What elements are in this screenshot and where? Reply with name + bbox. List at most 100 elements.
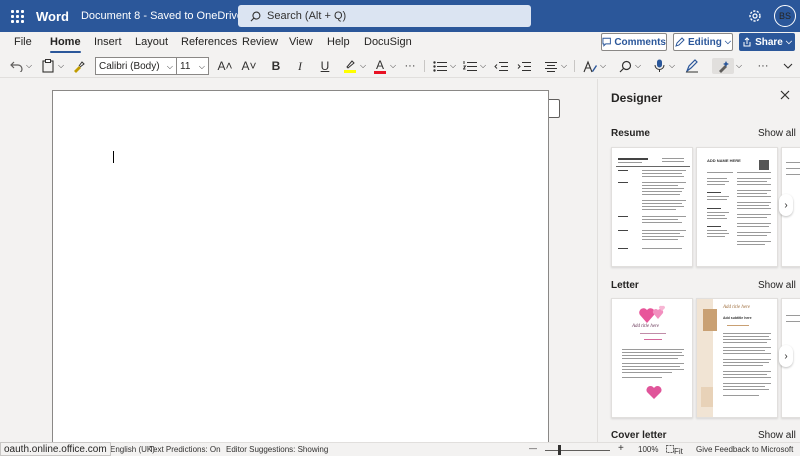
tab-insert[interactable]: Insert	[94, 36, 122, 48]
letter-thumb-subheading: Add subtitle here	[723, 316, 752, 320]
text-predictions-status[interactable]: Text Predictions: On	[149, 445, 221, 454]
paste-dropdown-icon[interactable]: ⌵	[57, 58, 65, 74]
paste-clipboard-icon[interactable]	[40, 58, 56, 74]
comment-icon	[602, 37, 611, 47]
bullets-icon[interactable]	[432, 58, 448, 74]
text-cursor	[113, 151, 114, 163]
editor-icon[interactable]	[684, 58, 700, 74]
increase-indent-icon[interactable]	[516, 58, 532, 74]
status-bar: English (UK) Text Predictions: On Editor…	[0, 442, 800, 456]
font-name-select[interactable]: Calibri (Body) ⌵	[95, 57, 177, 75]
more-options-button[interactable]: ···	[754, 58, 772, 74]
grow-font-button[interactable]: A˄	[217, 58, 233, 74]
fit-icon	[666, 445, 674, 453]
url-tooltip: oauth.online.office.com	[0, 442, 111, 456]
close-icon[interactable]	[778, 88, 792, 102]
user-avatar[interactable]: BS	[774, 5, 796, 27]
align-icon[interactable]	[543, 58, 559, 74]
pencil-icon	[675, 37, 685, 47]
document-title-label: Document 8 - Saved to OneDrive	[80, 10, 244, 22]
decrease-indent-icon[interactable]	[493, 58, 509, 74]
highlight-dropdown-icon[interactable]: ⌵	[359, 58, 367, 74]
show-all-letter-link[interactable]: Show all	[758, 280, 796, 291]
more-font-options-button[interactable]: ···	[401, 58, 419, 74]
tab-references[interactable]: References	[181, 36, 237, 48]
highlight-icon[interactable]	[342, 58, 358, 74]
fit-button[interactable]: Fit	[666, 445, 683, 456]
shrink-font-button[interactable]: A˅	[241, 58, 257, 74]
numbering-icon[interactable]	[462, 58, 478, 74]
designer-button[interactable]	[712, 58, 734, 74]
zoom-out-button[interactable]: —	[529, 444, 537, 453]
feedback-link[interactable]: Give Feedback to Microsoft	[696, 445, 793, 454]
designer-dropdown-icon[interactable]: ⌵	[735, 58, 743, 74]
chevron-down-icon: ⌵	[166, 62, 173, 71]
letter-next-arrow-icon[interactable]: ›	[779, 345, 793, 367]
zoom-in-button[interactable]: +	[618, 443, 624, 454]
letter-thumb-accent	[703, 309, 717, 331]
settings-gear-icon[interactable]	[747, 8, 763, 24]
tab-view[interactable]: View	[289, 36, 313, 48]
resume-next-arrow-icon[interactable]: ›	[779, 194, 793, 216]
chevron-down-icon: ⌵	[724, 37, 731, 46]
undo-dropdown-icon[interactable]: ⌵	[25, 58, 33, 74]
dictate-dropdown-icon[interactable]: ⌵	[668, 58, 676, 74]
resume-template-1[interactable]	[611, 147, 693, 267]
find-icon[interactable]	[617, 58, 633, 74]
chevron-down-icon: ⌵	[198, 62, 205, 71]
comments-button[interactable]: Comments	[601, 33, 667, 51]
page-margin-marker	[549, 99, 560, 118]
resume-thumb-badge	[759, 160, 769, 170]
zoom-slider[interactable]	[545, 450, 610, 451]
share-icon	[743, 37, 751, 47]
share-button[interactable]: Share ⌵	[739, 33, 795, 51]
undo-icon[interactable]	[8, 58, 24, 74]
tab-docusign[interactable]: DocuSign	[364, 36, 412, 48]
zoom-level[interactable]: 100%	[638, 445, 658, 454]
editing-mode-button[interactable]: Editing ⌵	[673, 33, 733, 51]
designer-pane: Designer Resume Show all ADD NAME HERE ›…	[597, 79, 800, 442]
letter-template-2[interactable]: Add title here Add subtitle here	[696, 298, 778, 418]
tab-layout[interactable]: Layout	[135, 36, 168, 48]
dictate-microphone-icon[interactable]	[651, 58, 667, 74]
bullets-dropdown-icon[interactable]: ⌵	[449, 58, 457, 74]
zoom-slider-thumb[interactable]	[558, 445, 561, 455]
tab-home[interactable]: Home	[50, 36, 81, 53]
align-dropdown-icon[interactable]: ⌵	[560, 58, 568, 74]
font-size-value: 11	[180, 60, 191, 72]
section-title-cover-letter: Cover letter	[611, 430, 667, 441]
find-dropdown-icon[interactable]: ⌵	[634, 58, 642, 74]
letter-template-1[interactable]: Add title here	[611, 298, 693, 418]
tab-help[interactable]: Help	[327, 36, 350, 48]
ribbon-toolbar: ⌵ ⌵ Calibri (Body) ⌵ 11 ⌵ A˄ A˅ B I U ⌵ …	[0, 54, 800, 78]
chevron-down-icon: ⌵	[785, 37, 792, 46]
italic-button[interactable]: I	[292, 58, 308, 74]
section-title-letter: Letter	[611, 280, 639, 291]
underline-button[interactable]: U	[317, 58, 333, 74]
app-launcher-icon[interactable]	[6, 5, 28, 27]
styles-icon[interactable]	[582, 58, 598, 74]
font-color-button[interactable]: A	[372, 58, 388, 74]
resume-template-2[interactable]: ADD NAME HERE	[696, 147, 778, 267]
bold-button[interactable]: B	[268, 58, 284, 74]
hearts-decoration-icon	[639, 305, 666, 323]
show-all-cover-letter-link[interactable]: Show all	[758, 430, 796, 441]
document-title[interactable]: Document 8 - Saved to OneDrive ⌵	[81, 10, 252, 22]
tab-file[interactable]: File	[14, 36, 32, 48]
section-title-resume: Resume	[611, 128, 650, 139]
divider	[574, 60, 575, 72]
letter-thumb-accent-bottom	[701, 387, 713, 407]
numbering-dropdown-icon[interactable]: ⌵	[479, 58, 487, 74]
show-all-resume-link[interactable]: Show all	[758, 128, 796, 139]
styles-dropdown-icon[interactable]: ⌵	[599, 58, 607, 74]
editor-suggestions-status[interactable]: Editor Suggestions: Showing	[226, 445, 328, 454]
ribbon-collapse-icon[interactable]	[782, 58, 794, 74]
document-page[interactable]	[52, 90, 549, 442]
search-box[interactable]: Search (Alt + Q)	[238, 5, 531, 27]
font-color-dropdown-icon[interactable]: ⌵	[389, 58, 397, 74]
heart-icon	[646, 385, 662, 399]
tab-review[interactable]: Review	[242, 36, 278, 48]
format-painter-icon[interactable]	[70, 58, 86, 74]
font-size-select[interactable]: 11 ⌵	[176, 57, 209, 75]
app-name[interactable]: Word	[36, 9, 69, 24]
